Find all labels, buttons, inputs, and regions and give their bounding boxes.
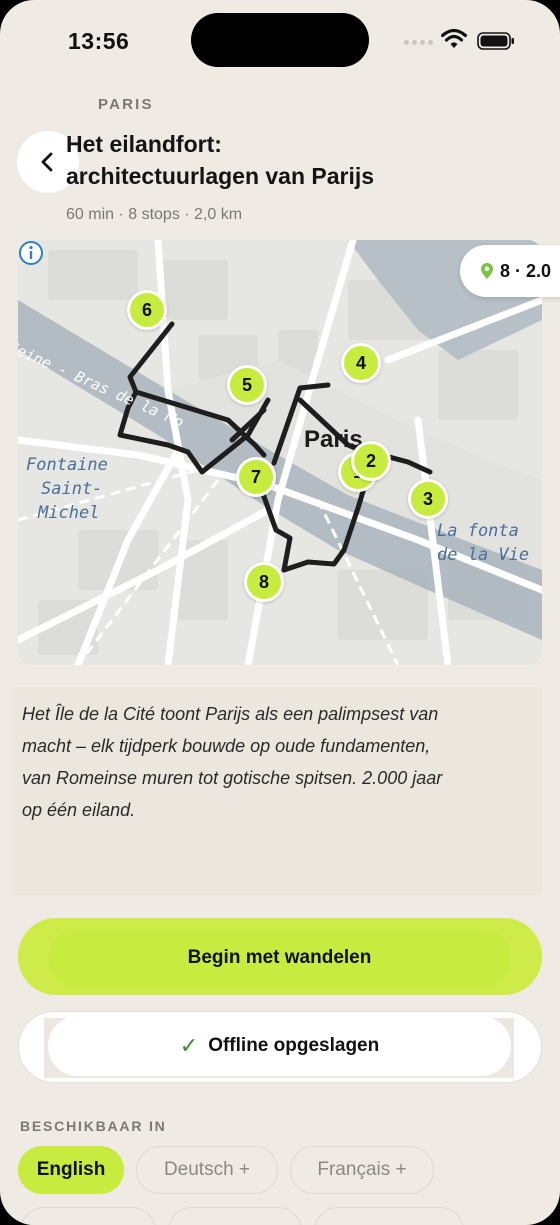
language-english[interactable]: English	[18, 1146, 124, 1194]
map-label-fontaine-1: Fontaine	[26, 455, 108, 475]
chevron-left-icon	[41, 152, 53, 172]
language-chip-row2-1[interactable]	[20, 1207, 156, 1225]
language-chip-row2-2[interactable]	[168, 1207, 302, 1225]
stops-chip-label: 8 · 2.0	[500, 260, 552, 281]
offline-saved-label: Offline opgeslagen	[208, 1035, 380, 1056]
map-pin-8[interactable]: 8	[244, 562, 284, 602]
map-label-fontaine-3: Michel	[38, 503, 100, 523]
tour-title-line-2: architectuurlagen van Parijs	[66, 163, 375, 189]
map-pin-7[interactable]: 7	[236, 457, 276, 497]
map-pin-2[interactable]: 2	[351, 441, 391, 481]
map-pin-6[interactable]: 6	[127, 290, 167, 330]
map-label-fontaine-2: Saint-	[41, 479, 103, 499]
stops-chip[interactable]: 8 · 2.0	[460, 245, 560, 297]
check-icon: ✓	[179, 1033, 199, 1058]
app-screen: 13:56 PARIS Het eilandfort: architectuur…	[0, 0, 560, 1225]
dynamic-island	[191, 13, 369, 67]
tour-meta: 60 min · 8 stops · 2,0 km	[66, 206, 243, 223]
map-pin-5[interactable]: 5	[227, 365, 267, 405]
city-label: PARIS	[98, 96, 154, 113]
wifi-icon	[441, 28, 467, 48]
signal-icon	[404, 40, 434, 48]
map-pin-3[interactable]: 3	[408, 479, 448, 519]
status-time: 13:56	[68, 28, 130, 54]
tour-description: Het Île de la Cité toont Parijs als een …	[22, 704, 443, 820]
language-deutsch[interactable]: Deutsch +	[136, 1146, 278, 1194]
tour-title-line-1: Het eilandfort:	[66, 131, 222, 157]
map-label-fontal-2: de la Vie	[437, 545, 530, 565]
info-icon[interactable]	[18, 240, 44, 266]
location-pin-icon	[481, 263, 493, 279]
map-label-fontal-1: La fonta	[437, 521, 519, 541]
tour-title: Het eilandfort: architectuurlagen van Pa…	[66, 128, 486, 192]
begin-walking-button[interactable]: Begin met wandelen	[48, 929, 511, 987]
language-francais[interactable]: Français +	[290, 1146, 434, 1194]
battery-icon	[477, 32, 514, 50]
language-chip-row2-3[interactable]	[314, 1207, 464, 1225]
offline-saved-button[interactable]: ✓ Offline opgeslagen	[48, 1016, 511, 1076]
map-pin-4[interactable]: 4	[341, 343, 381, 383]
route-map[interactable]: Fontaine Saint- Michel La fonta de la Vi…	[18, 240, 542, 665]
map-canvas	[18, 240, 542, 665]
available-in-heading: BESCHIKBAAR IN	[20, 1118, 167, 1134]
